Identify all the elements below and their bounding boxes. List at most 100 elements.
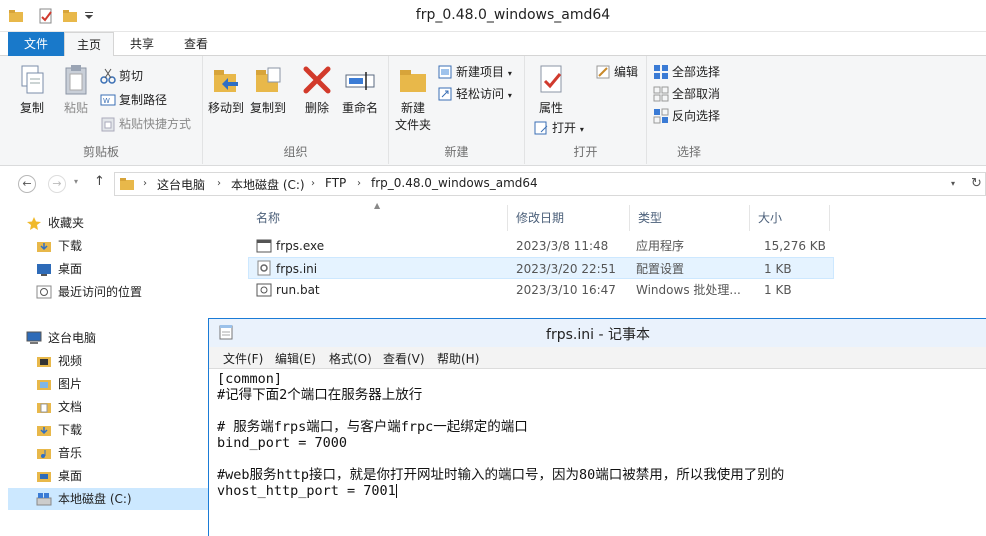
nav-favorites[interactable]: 收藏夹 (26, 212, 84, 234)
breadcrumb-this-pc[interactable]: 这台电脑 (157, 176, 205, 193)
delete-x-icon (303, 66, 331, 94)
copy-to-label: 复制到 (249, 101, 286, 115)
window-title: frp_0.48.0_windows_amd64 (415, 7, 611, 23)
edit-icon (596, 65, 610, 78)
address-folder-icon (120, 178, 134, 190)
copy-button[interactable]: 复制 (12, 64, 52, 116)
file-modified: 2023/3/10 16:47 (516, 283, 616, 297)
new-folder-button[interactable]: 新建 文件夹 (393, 64, 433, 133)
recent-places-icon (36, 285, 52, 298)
text-line: [common] (217, 371, 283, 387)
desktop-icon (37, 263, 51, 276)
text-line-content: vhost_http_port = 7001 (217, 483, 396, 499)
tab-file[interactable]: 文件 (8, 32, 64, 56)
rename-button[interactable]: 重命名 (339, 64, 381, 116)
notepad-title: frps.ini - 记事本 (546, 327, 650, 343)
delete-button[interactable]: 删除 (299, 64, 335, 116)
file-modified: 2023/3/20 22:51 (516, 262, 616, 276)
open-button[interactable]: 打开 ▾ (533, 118, 584, 138)
breadcrumb-separator[interactable]: › (357, 178, 361, 189)
copy-to-button[interactable]: 复制到 (247, 64, 289, 116)
open-label: 打开 (552, 121, 577, 135)
file-modified: 2023/3/8 11:48 (516, 239, 609, 253)
tab-share[interactable]: 共享 (116, 32, 168, 56)
nav-desktop[interactable]: 桌面 (36, 258, 82, 280)
notepad-text-area[interactable]: [common] #记得下面2个端口在服务器上放行 # 服务端frps端口，与客… (217, 371, 986, 499)
nav-downloads[interactable]: 下载 (36, 235, 82, 257)
paste-label: 粘贴 (63, 101, 88, 115)
nav-pc-downloads[interactable]: 下载 (36, 419, 82, 441)
breadcrumb-separator[interactable]: › (217, 178, 221, 189)
select-group: 全部选择 全部取消 反向选择 选择 (647, 56, 731, 164)
breadcrumb-ftp[interactable]: FTP (325, 176, 346, 190)
column-header-modified[interactable]: 修改日期 (508, 205, 630, 231)
text-line: #记得下面2个端口在服务器上放行 (217, 387, 423, 403)
select-none-button[interactable]: 全部取消 (653, 84, 720, 104)
organize-group: 移动到 复制到 删除 重命名 组织 (203, 56, 389, 164)
recent-locations-icon[interactable]: ▾ (74, 177, 78, 186)
nav-videos[interactable]: 视频 (36, 350, 82, 372)
invert-selection-button[interactable]: 反向选择 (653, 106, 720, 126)
nav-documents-label: 文档 (58, 400, 83, 414)
paste-button[interactable]: 粘贴 (56, 64, 96, 116)
notepad-title-bar[interactable]: frps.ini - 记事本 (209, 319, 986, 347)
easy-access-icon (438, 87, 452, 100)
easy-access-button[interactable]: 轻松访问 ▾ (437, 84, 512, 104)
menu-help[interactable]: 帮助(H) (437, 350, 479, 367)
file-type: 配置设置 (636, 262, 685, 276)
menu-view[interactable]: 查看(V) (383, 350, 425, 367)
column-header-type[interactable]: 类型 (630, 205, 750, 231)
properties-icon (540, 65, 562, 93)
back-button[interactable]: ← (18, 175, 36, 193)
column-header-name[interactable]: 名称 (248, 205, 508, 231)
text-line (217, 403, 986, 419)
nav-this-pc-label: 这台电脑 (48, 331, 97, 345)
up-arrow-icon[interactable]: ↑ (94, 174, 105, 189)
select-all-button[interactable]: 全部选择 (653, 62, 720, 82)
breadcrumb-local-disk[interactable]: 本地磁盘 (C:) (231, 176, 305, 193)
copy-path-button[interactable]: W 复制路径 (100, 90, 167, 110)
new-item-button[interactable]: 新建项目 ▾ (437, 62, 512, 82)
menu-edit[interactable]: 编辑(E) (275, 350, 316, 367)
edit-button[interactable]: 编辑 (595, 62, 638, 82)
nav-music[interactable]: 音乐 (36, 442, 82, 464)
file-row[interactable]: frps.exe 2023/3/8 11:48 应用程序 15,276 KB (248, 235, 834, 257)
navigation-pane: 收藏夹 下载 桌面 最近访问的位置 这台电脑 视频 图片 文档 下载 音乐 桌面… (0, 201, 208, 536)
address-bar[interactable]: › 这台电脑 › 本地磁盘 (C:) › FTP › frp_0.48.0_wi… (114, 172, 986, 196)
breadcrumb-current-folder[interactable]: frp_0.48.0_windows_amd64 (371, 176, 538, 190)
nav-recent-places[interactable]: 最近访问的位置 (36, 281, 142, 303)
cut-button[interactable]: 剪切 (100, 66, 143, 86)
nav-pc-desktop-label: 桌面 (58, 469, 83, 483)
open-group: 属性 打开 ▾ 编辑 打开 (525, 56, 647, 164)
file-row[interactable]: run.bat 2023/3/10 16:47 Windows 批处理... 1… (248, 279, 834, 301)
move-to-button[interactable]: 移动到 (205, 64, 247, 116)
file-size: 1 KB (764, 283, 792, 297)
tab-view[interactable]: 查看 (170, 32, 222, 56)
column-header-size[interactable]: 大小 (750, 205, 830, 231)
file-name: frps.exe (276, 239, 325, 253)
nav-documents[interactable]: 文档 (36, 396, 82, 418)
refresh-icon[interactable]: ↻ (971, 176, 982, 191)
breadcrumb-separator[interactable]: › (311, 178, 315, 189)
nav-local-disk[interactable]: 本地磁盘 (C:) (8, 488, 208, 510)
paste-shortcut-button[interactable]: 粘贴快捷方式 (100, 114, 191, 134)
organize-group-label: 组织 (283, 145, 308, 159)
breadcrumb-separator[interactable]: › (143, 178, 147, 189)
videos-folder-icon (37, 356, 51, 367)
properties-button[interactable]: 属性 (531, 64, 571, 116)
open-icon (534, 121, 548, 134)
menu-file[interactable]: 文件(F) (223, 350, 263, 367)
forward-button[interactable]: → (48, 175, 66, 193)
menu-format[interactable]: 格式(O) (329, 350, 372, 367)
nav-pictures[interactable]: 图片 (36, 373, 82, 395)
address-dropdown-icon[interactable]: ▾ (951, 179, 955, 188)
nav-pc-desktop[interactable]: 桌面 (36, 465, 82, 487)
nav-this-pc[interactable]: 这台电脑 (26, 327, 96, 349)
tab-home[interactable]: 主页 (64, 32, 114, 57)
new-item-icon (438, 65, 452, 78)
ini-icon (257, 260, 271, 276)
nav-pc-downloads-label: 下载 (58, 423, 83, 437)
nav-videos-label: 视频 (58, 354, 83, 368)
file-row-selected[interactable]: frps.ini 2023/3/20 22:51 配置设置 1 KB (248, 257, 834, 279)
move-to-label: 移动到 (207, 101, 244, 115)
